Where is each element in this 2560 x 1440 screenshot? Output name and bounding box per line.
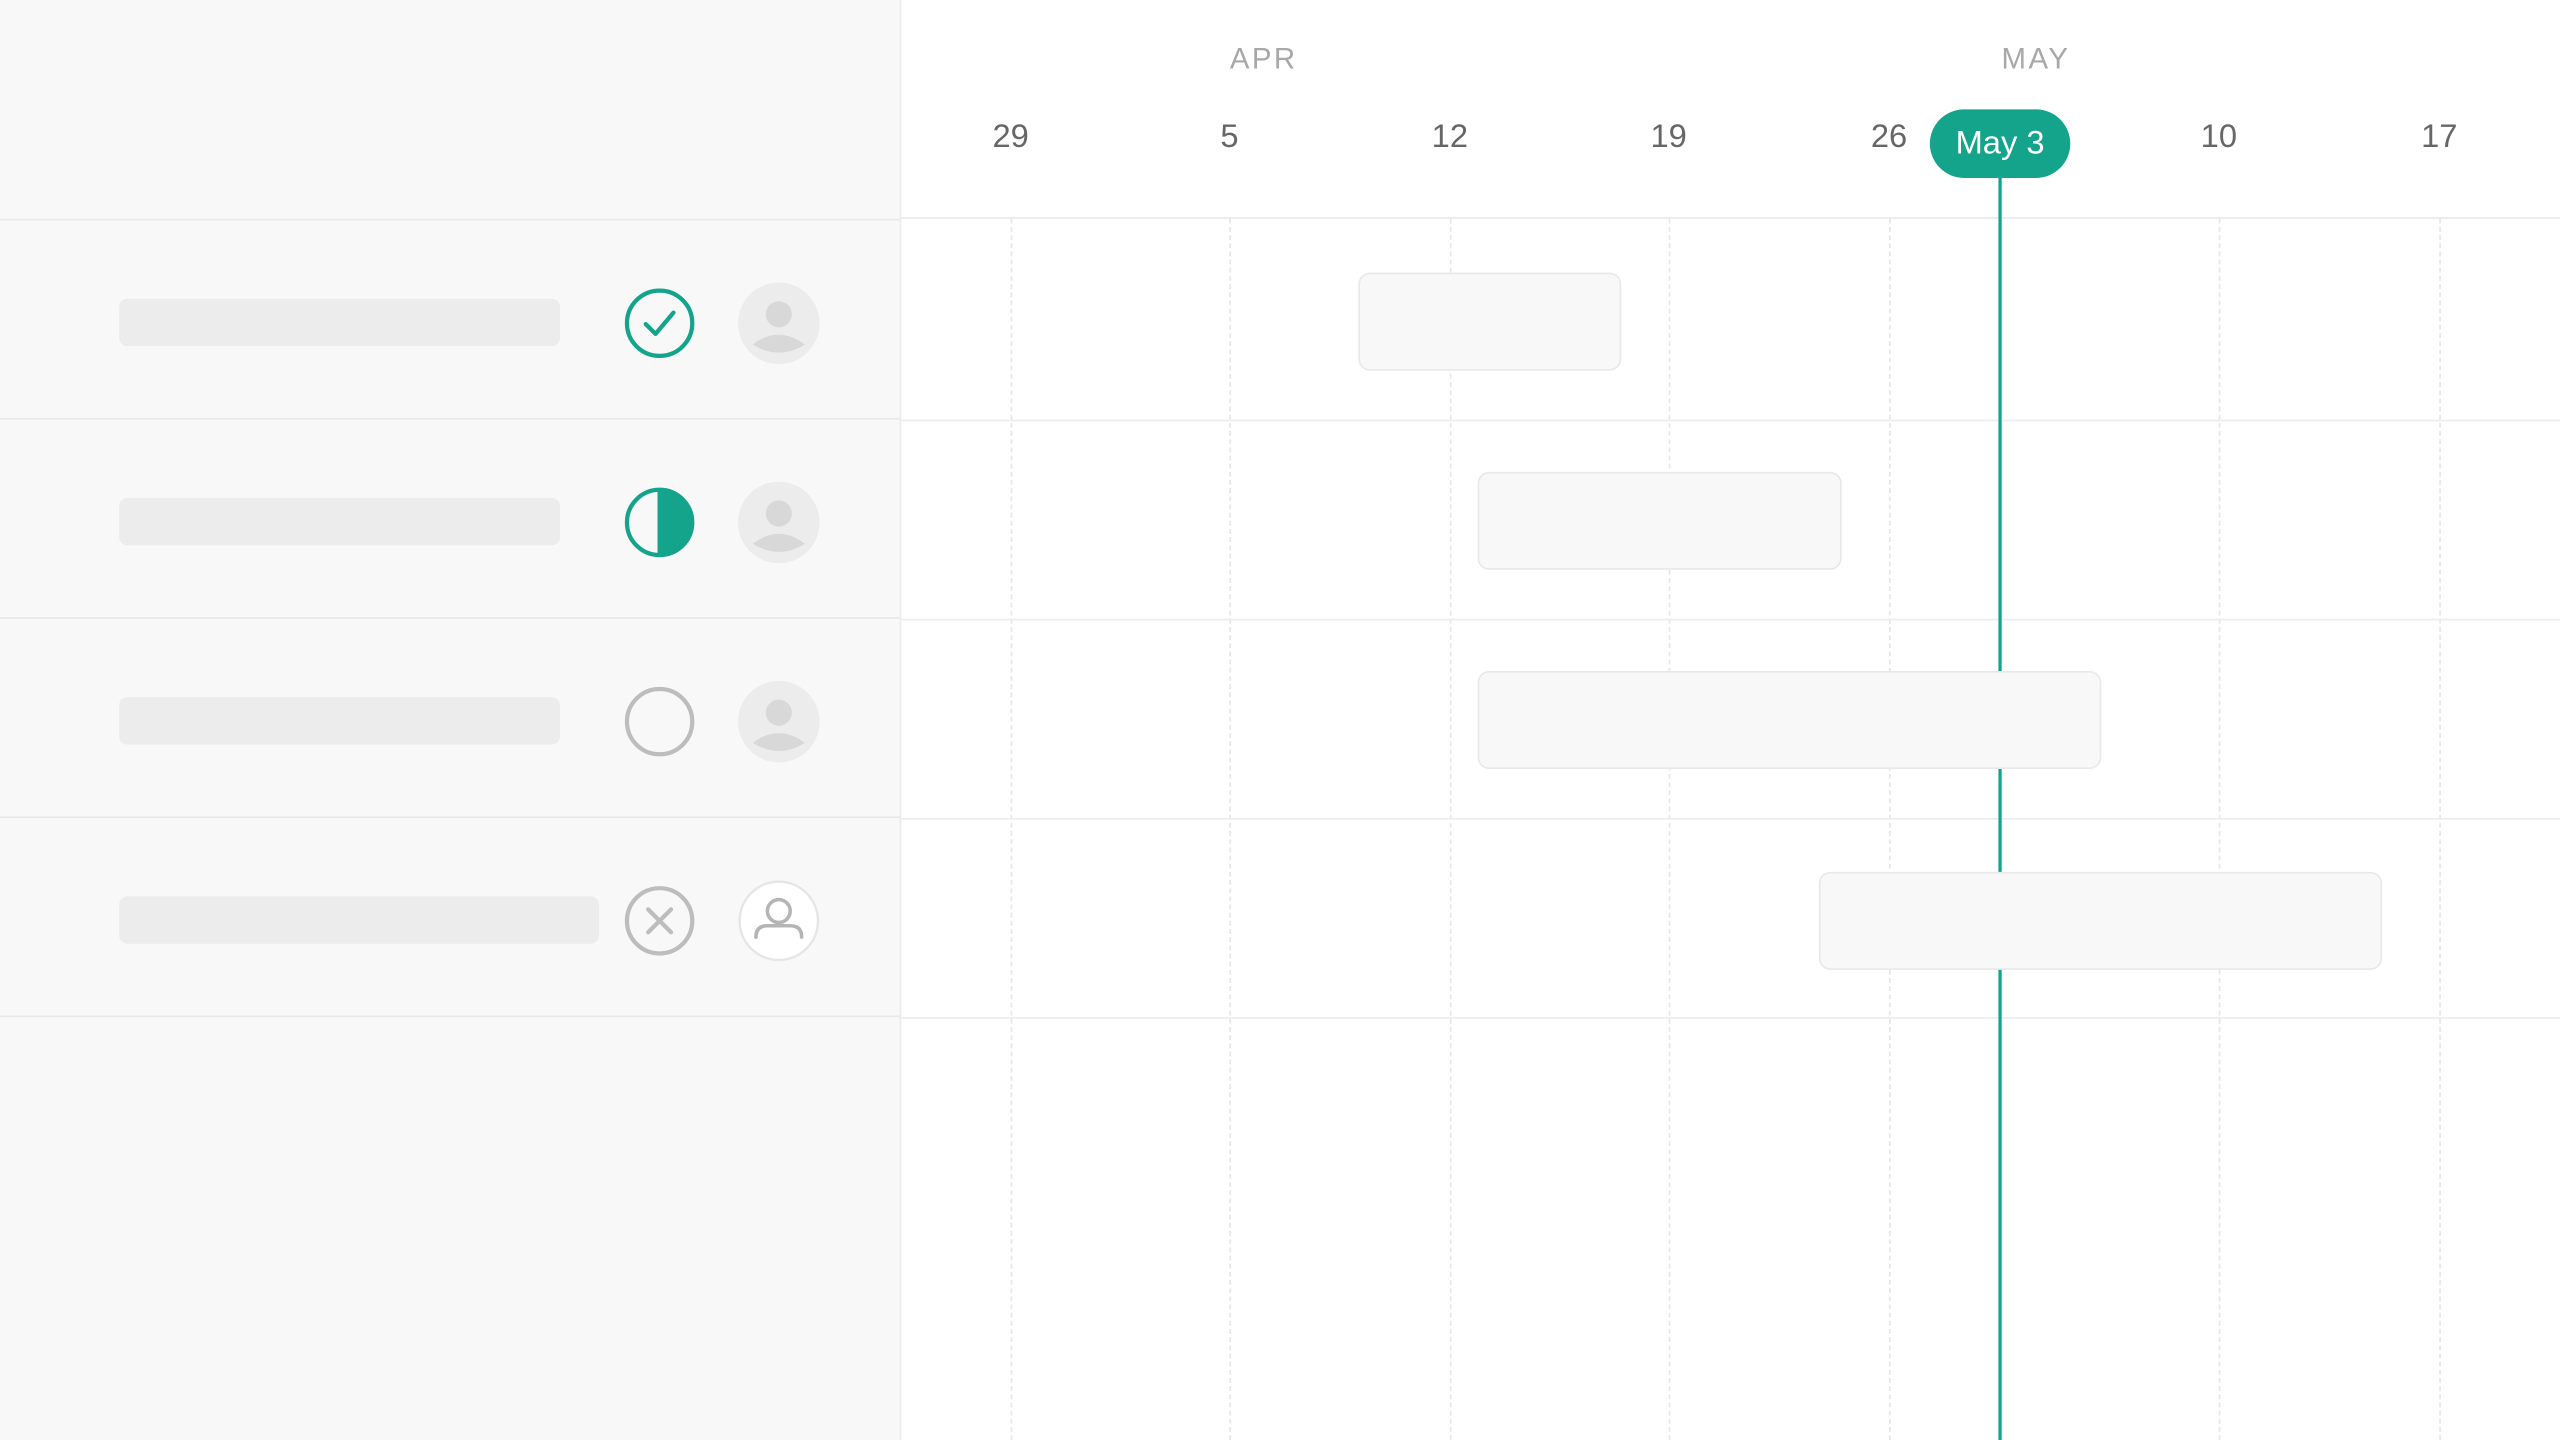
week-label: 12 [1431,119,1469,156]
row-divider [901,817,2560,820]
month-label: APR [1229,42,1298,76]
week-gridline [1010,218,1013,1440]
timeline-header: APR MAY 29 5 12 19 26 10 17 [901,0,2560,219]
today-badge[interactable]: May 3 [1929,109,2071,178]
week-label: 5 [1220,119,1239,156]
half-circle-icon[interactable] [624,487,696,559]
row-divider [901,1017,2560,1019]
week-gridline [2218,218,2221,1440]
task-name-placeholder[interactable] [119,298,561,347]
task-name-placeholder[interactable] [119,697,561,745]
week-gridline [1889,218,1891,1440]
user-outline-icon[interactable] [738,880,820,962]
task-list-panel [0,0,902,1440]
task-list-header [0,0,900,221]
week-label: 10 [2200,119,2238,156]
row-divider [901,618,2560,621]
task-row[interactable] [0,220,900,420]
week-gridline [1449,218,1452,1440]
week-label: 29 [992,119,1029,156]
task-bar[interactable] [1477,671,2102,770]
check-circle-icon[interactable] [624,287,696,359]
today-marker-line [1998,177,2002,1440]
week-label: 26 [1870,119,1908,156]
week-gridline [2439,218,2441,1440]
gantt-app: APR MAY 29 5 12 19 26 10 17 May 3 [0,0,2560,1440]
task-bar[interactable] [1818,871,2383,970]
week-label: 17 [2421,119,2458,156]
user-avatar-icon[interactable] [737,282,820,365]
task-bar[interactable] [1477,471,1842,570]
task-name-placeholder[interactable] [119,896,600,944]
task-bar[interactable] [1358,272,1622,371]
task-row[interactable] [0,619,900,818]
timeline-panel: APR MAY 29 5 12 19 26 10 17 May 3 [901,0,2560,1440]
x-circle-icon[interactable] [624,885,696,957]
task-row[interactable] [0,420,900,619]
task-name-placeholder[interactable] [119,497,561,546]
week-gridline [1229,218,1232,1440]
month-label: MAY [2001,42,2071,76]
week-label: 19 [1650,119,1687,156]
empty-circle-icon[interactable] [624,686,696,758]
user-avatar-icon[interactable] [737,680,820,763]
week-gridline [1668,218,1671,1440]
user-avatar-icon[interactable] [737,481,820,564]
task-row[interactable] [0,818,900,1018]
row-divider [901,419,2560,422]
